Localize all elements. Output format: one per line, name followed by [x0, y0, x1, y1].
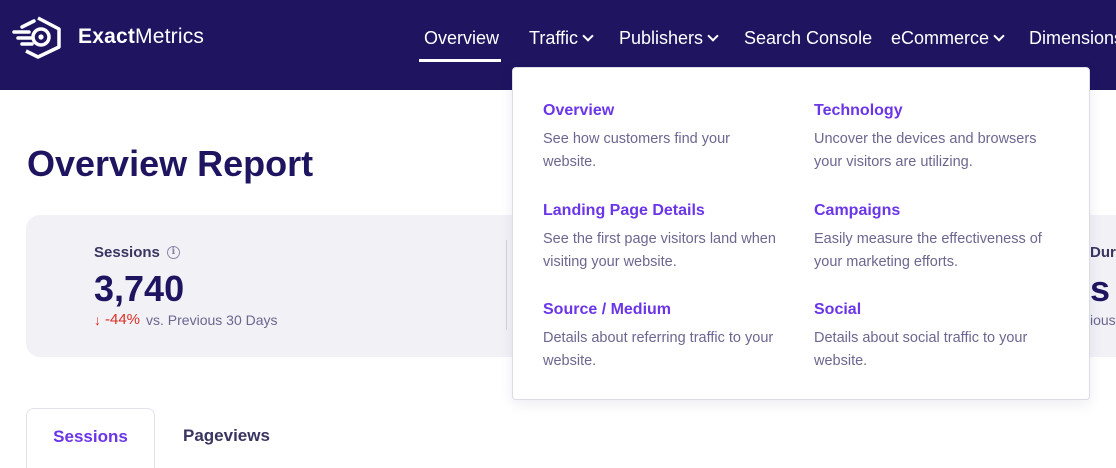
dropdown-item-desc: See the first page visitors land when vis…	[543, 231, 776, 270]
dropdown-item-technology[interactable]: Technology Uncover the devices and brows…	[814, 102, 1064, 174]
tab-pageviews[interactable]: Pageviews	[183, 408, 270, 468]
dropdown-item-campaigns[interactable]: Campaigns Easily measure the effectivene…	[814, 202, 1064, 274]
nav-item-dimensions[interactable]: Dimensions	[1029, 28, 1116, 49]
sessions-stat-change: ↓ -44% vs. Previous 30 Days	[94, 311, 278, 328]
dropdown-item-desc: Details about referring traffic to your w…	[543, 330, 774, 369]
chevron-down-icon	[707, 30, 719, 42]
clipped-stat-label: Durat	[1090, 244, 1116, 261]
dropdown-item-desc: Details about social traffic to your webs…	[814, 330, 1028, 369]
clipped-stat-change: ious	[1090, 312, 1116, 328]
sessions-stat-value: 3,740	[94, 268, 185, 309]
dropdown-item-title: Landing Page Details	[543, 202, 705, 219]
dropdown-item-title: Technology	[814, 102, 903, 119]
active-nav-indicator	[419, 59, 501, 62]
page-title: Overview Report	[27, 143, 314, 184]
tab-sessions[interactable]: Sessions	[26, 408, 155, 468]
clipped-stat-value: s	[1090, 268, 1111, 309]
chevron-down-icon	[582, 30, 594, 42]
chevron-down-icon	[993, 30, 1005, 42]
nav-item-publishers[interactable]: Publishers	[619, 28, 719, 49]
arrow-down-icon: ↓	[94, 311, 101, 328]
dropdown-item-landing-page-details[interactable]: Landing Page Details See the first page …	[543, 202, 793, 274]
dropdown-item-social[interactable]: Social Details about social traffic to y…	[814, 301, 1064, 373]
dropdown-item-title: Social	[814, 301, 862, 318]
nav-item-ecommerce[interactable]: eCommerce	[891, 28, 1005, 49]
dropdown-item-title: Campaigns	[814, 202, 901, 219]
nav-item-overview[interactable]: Overview	[424, 28, 499, 49]
sessions-stat-label: Sessions	[94, 244, 180, 261]
dropdown-item-desc: See how customers find your website.	[543, 131, 730, 170]
dropdown-item-source-medium[interactable]: Source / Medium Details about referring …	[543, 301, 793, 373]
traffic-dropdown-menu: Overview See how customers find your webs…	[512, 67, 1090, 400]
dropdown-item-title: Overview	[543, 102, 615, 119]
dropdown-item-desc: Easily measure the effectiveness of your …	[814, 231, 1042, 270]
info-icon[interactable]	[166, 246, 180, 259]
change-comparison: vs. Previous 30 Days	[146, 311, 278, 328]
nav-item-traffic[interactable]: Traffic	[529, 28, 594, 49]
dropdown-item-overview[interactable]: Overview See how customers find your webs…	[543, 102, 793, 174]
change-percent: -44%	[105, 311, 141, 328]
dropdown-item-desc: Uncover the devices and browsers your vis…	[814, 131, 1037, 170]
dropdown-item-title: Source / Medium	[543, 301, 672, 318]
nav-item-search-console[interactable]: Search Console	[744, 28, 872, 49]
stat-divider	[506, 240, 507, 330]
